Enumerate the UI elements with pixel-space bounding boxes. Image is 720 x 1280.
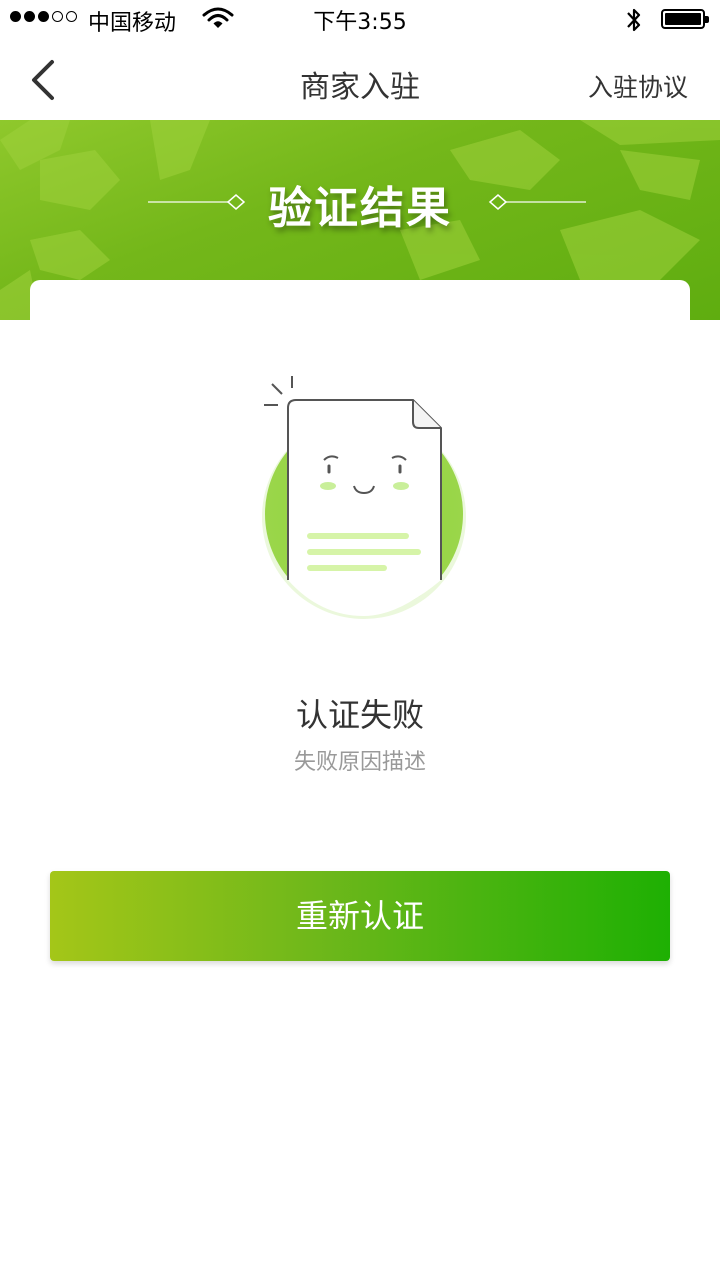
bluetooth-icon <box>627 8 641 32</box>
retry-verification-button[interactable]: 重新认证 <box>50 871 670 961</box>
result-description: 失败原因描述 <box>293 750 426 775</box>
navigation-bar: 商家入驻 入驻协议 <box>0 40 720 120</box>
banner-title: 验证结果 <box>268 183 452 234</box>
status-bar: 中国移动 下午3:55 <box>0 0 720 40</box>
status-time: 下午3:55 <box>313 10 407 35</box>
battery-icon <box>661 9 709 29</box>
result-card <box>30 280 690 360</box>
failed-document-illustration <box>262 376 466 619</box>
decorative-line-right <box>488 194 586 210</box>
result-title: 认证失败 <box>295 696 424 734</box>
agreement-link[interactable]: 入驻协议 <box>588 68 688 104</box>
